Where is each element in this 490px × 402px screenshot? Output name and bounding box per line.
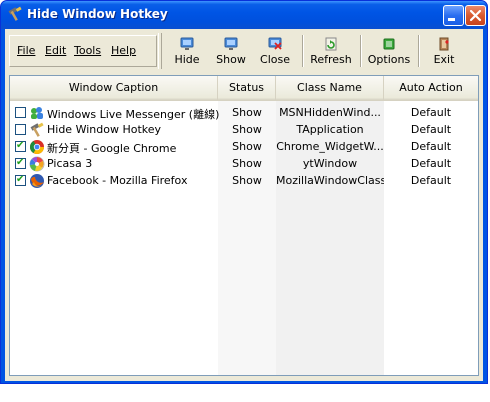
row-checkbox[interactable] <box>15 156 26 170</box>
row-status: Show <box>232 106 262 119</box>
close-window-icon <box>268 37 282 50</box>
menu-file[interactable]: File <box>17 44 35 57</box>
close-window-button[interactable] <box>465 5 486 26</box>
row-status: Show <box>232 123 262 136</box>
window-title: Hide Window Hotkey <box>27 7 168 21</box>
row-auto-action: Default <box>410 123 452 136</box>
hammer-icon <box>8 6 22 21</box>
row-caption: Picasa 3 <box>47 157 93 170</box>
close-button[interactable]: Close <box>256 31 294 71</box>
toolbar-separator <box>360 35 362 67</box>
list-item[interactable]: 新分頁 - Google Chrome Show Chrome_WidgetW.… <box>10 138 478 155</box>
row-caption: Hide Window Hotkey <box>47 123 162 136</box>
exit-icon <box>439 37 449 51</box>
row-class-name: Chrome_WidgetW... <box>276 140 384 153</box>
app-window: Hide Window Hotkey File Edit Tools Help <box>0 0 488 384</box>
messenger-icon <box>31 107 43 119</box>
column-header-class-name[interactable]: Class Name <box>276 76 384 100</box>
toolbar: File Edit Tools Help Hide Show Close Ref… <box>5 29 483 72</box>
row-class-name: MozillaWindowClass <box>276 174 384 187</box>
refresh-button-label: Refresh <box>310 53 352 66</box>
row-caption: Facebook - Mozilla Firefox <box>47 174 188 187</box>
row-status: Show <box>232 174 262 187</box>
row-auto-action: Default <box>410 140 452 153</box>
exit-button-label: Exit <box>433 53 455 66</box>
toolbar-grip[interactable] <box>158 33 162 69</box>
row-caption: 新分頁 - Google Chrome <box>47 142 177 155</box>
options-button[interactable]: Options <box>367 31 411 71</box>
column-header-status[interactable]: Status <box>218 76 276 100</box>
options-button-label: Options <box>367 53 411 66</box>
monitor-icon <box>180 37 194 50</box>
row-status: Show <box>232 140 262 153</box>
row-class-name: ytWindow <box>302 157 358 170</box>
menu-bar: File Edit Tools Help <box>9 35 157 67</box>
row-checkbox[interactable] <box>15 139 26 153</box>
row-status: Show <box>232 157 262 170</box>
window-list[interactable]: Window Caption Status Class Name Auto Ac… <box>9 75 479 376</box>
row-auto-action: Default <box>410 106 452 119</box>
menu-help[interactable]: Help <box>111 44 136 57</box>
show-button[interactable]: Show <box>211 31 251 71</box>
row-checkbox[interactable] <box>15 107 26 118</box>
refresh-button[interactable]: Refresh <box>309 31 353 71</box>
toolbar-separator <box>418 35 420 67</box>
row-checkbox[interactable] <box>15 173 26 187</box>
chrome-icon <box>30 140 44 154</box>
list-item[interactable]: Picasa 3 Show ytWindow Default <box>10 155 478 172</box>
close-icon <box>469 9 482 22</box>
column-header-caption[interactable]: Window Caption <box>10 76 218 100</box>
row-class-name: MSNHiddenWind... <box>279 106 381 119</box>
picasa-icon <box>29 156 45 172</box>
list-item[interactable]: Hide Window Hotkey Show TApplication Def… <box>10 121 478 138</box>
toolbar-separator <box>302 35 304 67</box>
title-bar[interactable]: Hide Window Hotkey <box>1 1 487 29</box>
list-header: Window Caption Status Class Name Auto Ac… <box>10 76 478 101</box>
menu-tools[interactable]: Tools <box>74 44 101 57</box>
row-auto-action: Default <box>410 174 452 187</box>
firefox-icon <box>30 174 44 188</box>
row-checkbox[interactable] <box>15 124 26 135</box>
row-caption: Windows Live Messenger (離線) <box>47 108 220 121</box>
close-button-label: Close <box>260 53 290 66</box>
monitor-icon <box>224 37 238 50</box>
row-class-name: TApplication <box>296 123 364 136</box>
hide-button-label: Hide <box>174 53 200 66</box>
list-item[interactable]: Windows Live Messenger (離線) Show MSNHidd… <box>10 104 478 121</box>
column-header-auto-action[interactable]: Auto Action <box>384 76 478 100</box>
desktop-background <box>0 384 490 402</box>
options-icon <box>383 38 395 50</box>
show-button-label: Show <box>216 53 246 66</box>
exit-button[interactable]: Exit <box>425 31 463 71</box>
refresh-icon <box>325 37 337 51</box>
row-auto-action: Default <box>410 157 452 170</box>
menu-edit[interactable]: Edit <box>45 44 66 57</box>
client-area: File Edit Tools Help Hide Show Close Ref… <box>5 29 483 381</box>
hammer-icon <box>30 122 44 137</box>
list-item[interactable]: Facebook - Mozilla Firefox Show MozillaW… <box>10 172 478 189</box>
hide-button[interactable]: Hide <box>169 31 205 71</box>
minimize-button[interactable] <box>443 5 464 26</box>
